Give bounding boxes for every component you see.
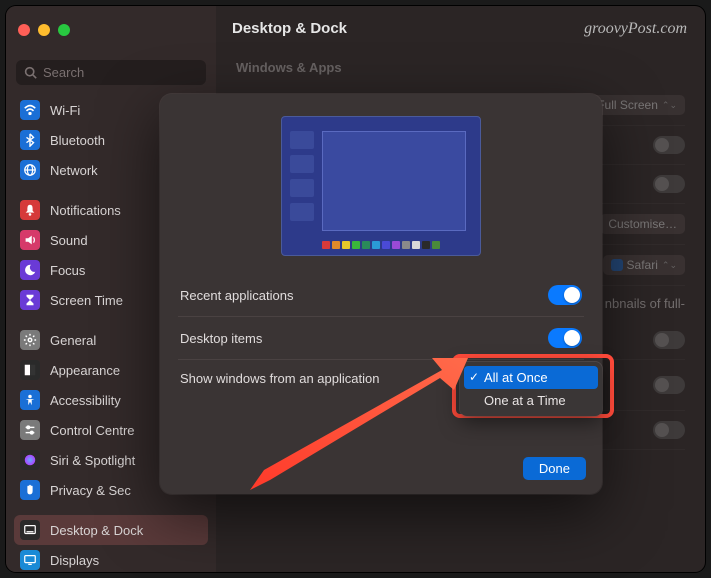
show-windows-label: Show windows from an application <box>180 371 379 386</box>
dock-icon <box>20 520 40 540</box>
section-title: Windows & Apps <box>236 60 685 75</box>
sidebar-item-label: Displays <box>50 553 99 568</box>
access-icon <box>20 390 40 410</box>
close-button[interactable] <box>18 24 30 36</box>
bell-icon <box>20 200 40 220</box>
appear-icon <box>20 360 40 380</box>
sidebar-item-label: Privacy & Sec <box>50 483 131 498</box>
search-icon <box>24 66 37 79</box>
sidebar-item-displays[interactable]: Displays <box>6 545 216 572</box>
wifi-icon <box>20 100 40 120</box>
toggle[interactable] <box>653 376 685 394</box>
preview-graphic <box>281 116 481 256</box>
browser-dropdown[interactable]: Safari ⌃⌄ <box>603 255 685 275</box>
sidebar-item-label: Siri & Spotlight <box>50 453 135 468</box>
dropdown-option-one-at-a-time[interactable]: One at a Time <box>464 389 598 412</box>
hand-icon <box>20 480 40 500</box>
siri-icon <box>20 450 40 470</box>
sidebar-item-label: Screen Time <box>50 293 123 308</box>
sidebar-item-label: Appearance <box>50 363 120 378</box>
fullscreen-dropdown[interactable]: Full Screen ⌃⌄ <box>589 95 685 115</box>
search-placeholder: Search <box>43 65 84 80</box>
toggle[interactable] <box>653 136 685 154</box>
watermark: groovyPost.com <box>584 20 687 38</box>
cc-icon <box>20 420 40 440</box>
dropdown-option-all-at-once[interactable]: All at Once <box>464 366 598 389</box>
moon-icon <box>20 260 40 280</box>
sidebar-item-label: General <box>50 333 96 348</box>
customise-button[interactable]: Customise… <box>600 214 685 234</box>
gear-icon <box>20 330 40 350</box>
titlebar: Desktop & Dock groovyPost.com <box>6 6 705 54</box>
mission-control-sheet: Recent applications Desktop items Show w… <box>160 94 602 494</box>
sidebar-item-desktop-dock[interactable]: Desktop & Dock <box>14 515 208 545</box>
search-input[interactable]: Search <box>16 60 206 85</box>
display-icon <box>20 550 40 570</box>
minimize-button[interactable] <box>38 24 50 36</box>
sidebar-item-label: Network <box>50 163 98 178</box>
recent-apps-toggle[interactable] <box>548 285 582 305</box>
done-button[interactable]: Done <box>523 457 586 480</box>
show-windows-dropdown: All at Once One at a Time <box>460 362 602 416</box>
sidebar-item-label: Sound <box>50 233 88 248</box>
desktop-items-toggle[interactable] <box>548 328 582 348</box>
bt-icon <box>20 130 40 150</box>
window-controls <box>18 24 70 36</box>
sidebar-item-label: Accessibility <box>50 393 121 408</box>
hourglass-icon <box>20 290 40 310</box>
maximize-button[interactable] <box>58 24 70 36</box>
toggle[interactable] <box>653 175 685 193</box>
sidebar-item-label: Notifications <box>50 203 121 218</box>
toggle[interactable] <box>653 331 685 349</box>
toggle[interactable] <box>653 421 685 439</box>
sidebar-item-label: Focus <box>50 263 85 278</box>
sidebar-item-label: Wi-Fi <box>50 103 80 118</box>
recent-apps-row: Recent applications <box>178 274 584 317</box>
page-title: Desktop & Dock <box>232 20 347 37</box>
sidebar-item-label: Control Centre <box>50 423 135 438</box>
sidebar-item-label: Desktop & Dock <box>50 523 143 538</box>
sidebar-item-label: Bluetooth <box>50 133 105 148</box>
sound-icon <box>20 230 40 250</box>
desktop-items-row: Desktop items <box>178 317 584 360</box>
recent-apps-label: Recent applications <box>180 288 293 303</box>
globe-icon <box>20 160 40 180</box>
desktop-items-label: Desktop items <box>180 331 262 346</box>
